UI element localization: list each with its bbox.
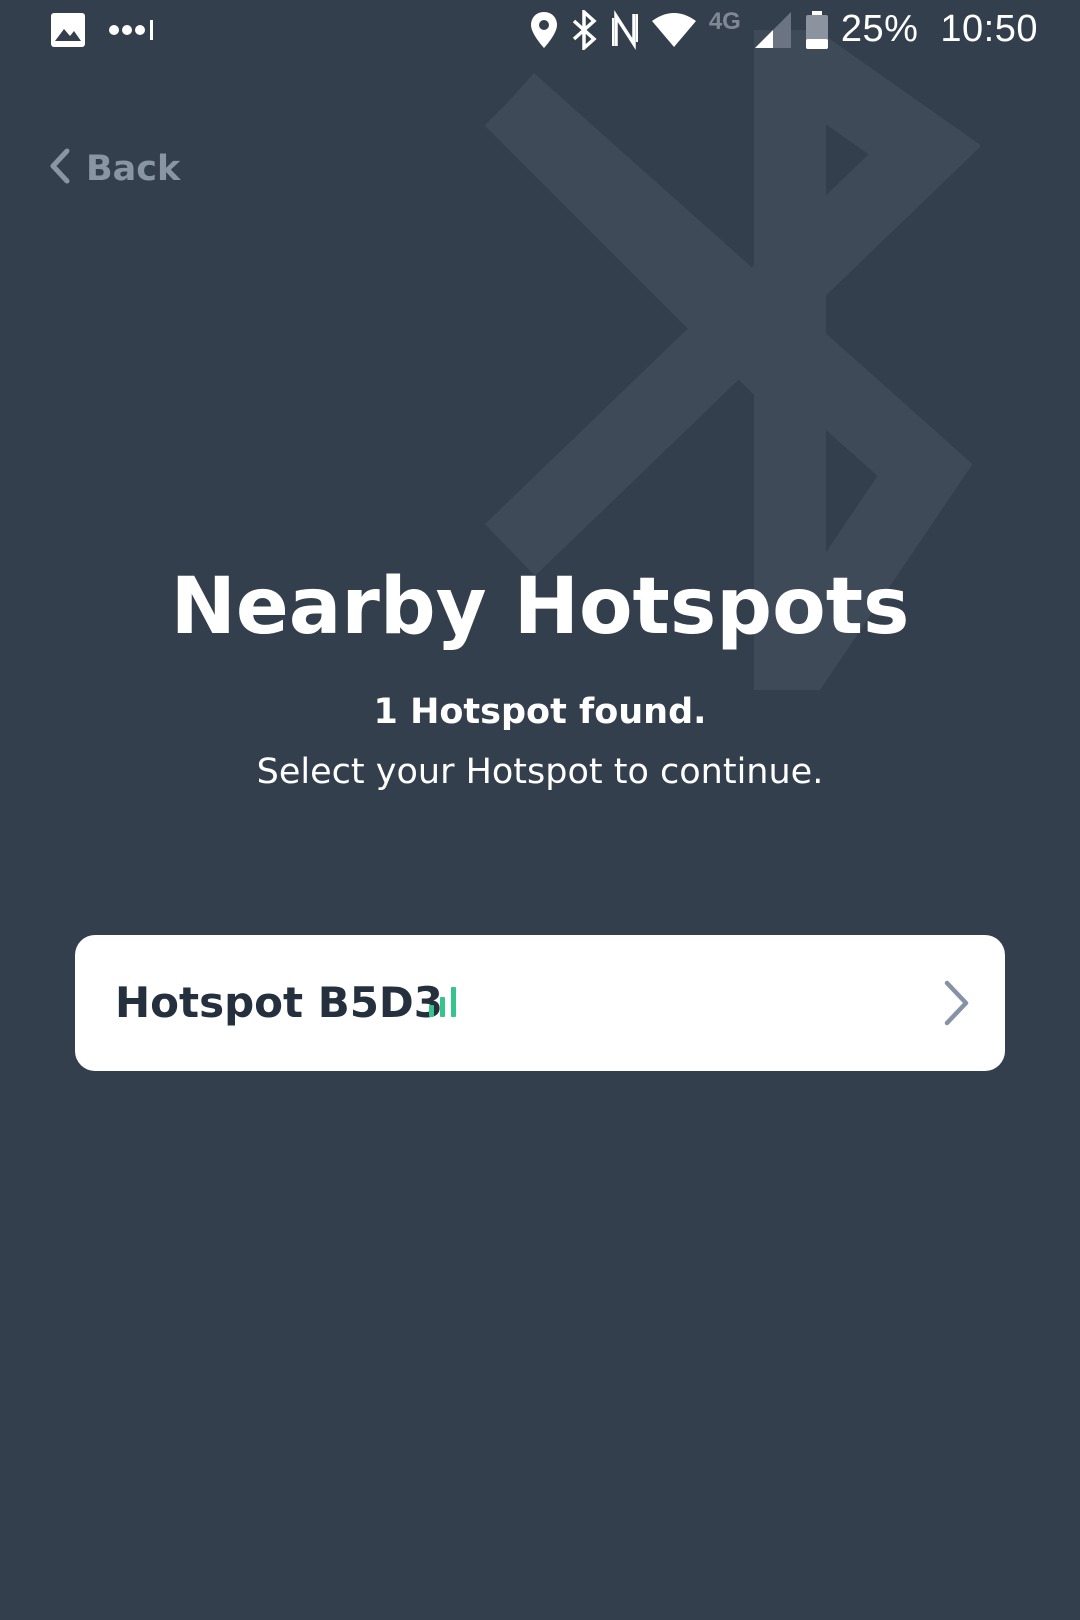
location-icon: [529, 10, 559, 50]
clock: 10:50: [940, 8, 1038, 50]
more-dots-icon: [108, 18, 156, 42]
hotspot-count-text: 1 Hotspot found.: [373, 692, 707, 732]
network-type: 4G: [708, 7, 741, 35]
wifi-icon: [651, 11, 697, 49]
screen: 4G 25% 10:50 Back Nearby Hotspots 1 Hots…: [0, 0, 1080, 1620]
hotspot-list-item[interactable]: Hotspot B5D3: [75, 935, 1005, 1071]
instruction-text: Select your Hotspot to continue.: [256, 752, 824, 792]
nfc-icon: [611, 9, 639, 50]
battery-percent: 25%: [840, 8, 919, 50]
page-title: Nearby Hotspots: [170, 562, 910, 652]
hotspot-name: Hotspot B5D3: [115, 978, 444, 1027]
battery-icon: [805, 10, 829, 50]
status-bar: 4G 25% 10:50: [0, 0, 1080, 68]
status-bar-left: [50, 12, 156, 48]
signal-icon: [753, 10, 793, 50]
status-bar-right: 4G 25% 10:50: [529, 8, 1038, 51]
bluetooth-icon: [571, 9, 599, 50]
chevron-left-icon: [48, 148, 72, 189]
back-label: Back: [86, 148, 181, 189]
chevron-right-icon: [941, 979, 971, 1032]
back-button[interactable]: Back: [48, 148, 180, 189]
signal-strength-icon: [427, 985, 459, 1024]
gallery-icon: [50, 12, 86, 48]
